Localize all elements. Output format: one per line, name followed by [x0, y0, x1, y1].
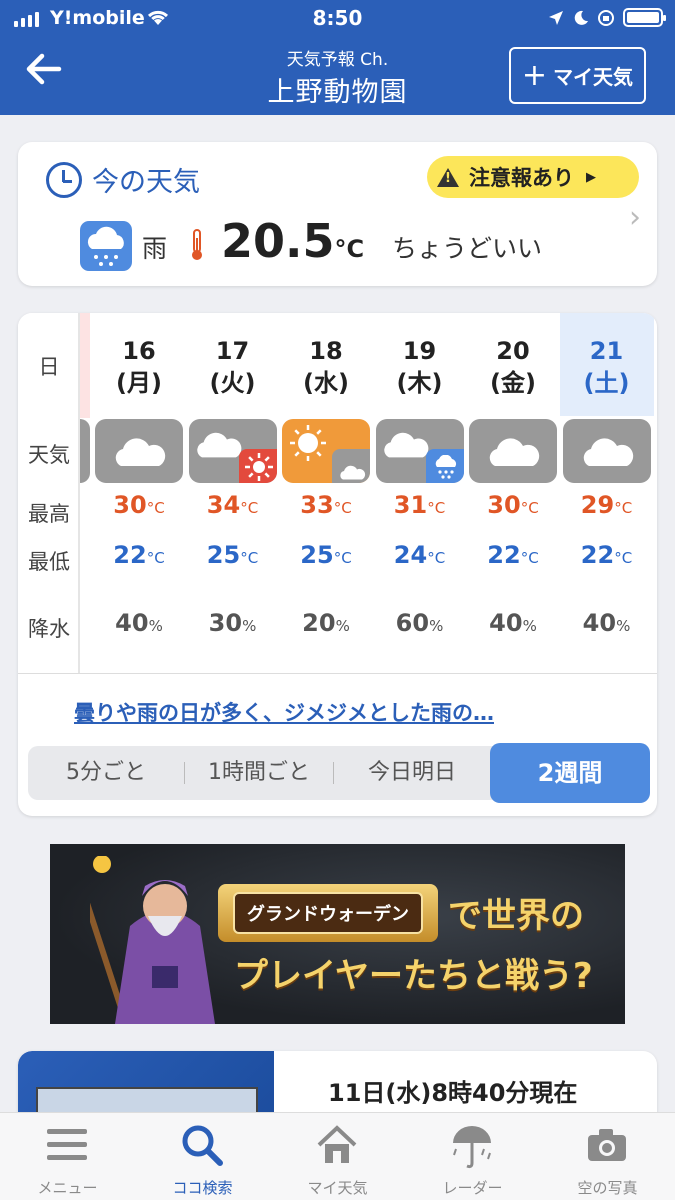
current-temperature: 20.5°C [221, 214, 364, 268]
current-condition: 雨 [142, 234, 168, 263]
forecast-day-column[interactable]: 19 (木) 31°C 24°C 60% [373, 313, 467, 673]
current-weather-card[interactable]: 今の天気 注意報あり ▶ › 雨 20.5°C ちょうどいい [18, 142, 657, 286]
temperature-unit: °C [334, 235, 365, 263]
label-low: 最低 [28, 550, 70, 574]
low-temp: 24°C [393, 541, 446, 569]
tab-radar[interactable]: レーダー [405, 1113, 540, 1200]
range-segmented-control: 5分ごと 1時間ごと 今日明日 2週間 [28, 743, 650, 803]
high-temp: 30°C [487, 491, 539, 519]
forecast-day-column[interactable]: 20 (金) 30°C 22°C 40% [466, 313, 560, 673]
temperature-value: 20.5 [221, 214, 335, 268]
high-temp: 29°C [580, 491, 633, 519]
forecast-date: 19 (木) [396, 337, 443, 397]
alert-badge[interactable]: 注意報あり ▶ [427, 156, 639, 198]
search-icon [182, 1125, 223, 1166]
forecast-date: 16 (月) [116, 337, 162, 397]
precip-chance: 40% [489, 609, 537, 637]
tab-2weeks[interactable]: 2週間 [490, 743, 650, 803]
label-precip: 降水 [28, 617, 70, 641]
ad-headline-2: プレイヤーたちと戦う? [234, 956, 593, 996]
forecast-date: 18 (水) [303, 337, 349, 397]
precip-chance: 40% [582, 609, 631, 637]
low-temp: 25°C [206, 541, 259, 569]
forecast-columns[interactable]: 16 (月) 30°C 22°C 40% 17 (火) 34°C 25°C 30% 18 (水) 33°… [70, 313, 657, 673]
forecast-date: 17 (火) [209, 337, 256, 397]
alert-label: 注意報あり [469, 166, 574, 190]
tab-today-tomorrow[interactable]: 今日明日 [334, 746, 490, 800]
news-headline: 11日(水)8時40分現在 [328, 1079, 578, 1107]
precip-chance: 20% [302, 609, 350, 637]
cloudy-then-rain-icon [375, 419, 464, 483]
location-icon [549, 10, 563, 25]
forecast-comment-link[interactable]: 曇りや雨の日が多く、ジメジメとした雨の… [74, 697, 494, 727]
current-weather-heading: 今の天気 [92, 167, 200, 198]
forecast-date: 21 (土) [559, 313, 654, 416]
ad-headline-1: で世界の [448, 896, 584, 936]
tab-radar-label: レーダー [442, 1179, 503, 1197]
tab-sky-photos[interactable]: 空の写真 [540, 1113, 675, 1200]
clock-icon [46, 161, 82, 198]
tab-menu-label: メニュー [37, 1179, 98, 1197]
wizard-character-image [90, 856, 215, 1024]
add-my-weather-button[interactable]: + マイ天気 [509, 47, 646, 104]
high-temp: 30°C [113, 491, 165, 519]
ad-banner[interactable]: グランドウォーデン で世界の プレイヤーたちと戦う? [50, 844, 625, 1024]
weekly-forecast-card: 日 天気 最高 最低 降水 16 (月) 30°C 22°C 40% 17 (火) 34°C 2… [18, 313, 657, 816]
low-temp: 22°C [487, 541, 539, 569]
rain-icon [80, 221, 132, 271]
tab-5min[interactable]: 5分ごと [28, 746, 184, 800]
comfort-text: ちょうどいい [392, 234, 543, 263]
tab-menu[interactable]: メニュー [0, 1113, 135, 1200]
forecast-day-column[interactable]: 17 (火) 34°C 25°C 30% [186, 313, 280, 673]
high-temp: 31°C [393, 491, 446, 519]
thermometer-icon [192, 229, 202, 260]
low-temp: 22°C [113, 541, 165, 569]
cloudy-icon [469, 419, 557, 483]
tab-my-weather-label: マイ天気 [307, 1179, 368, 1197]
forecast-day-column[interactable]: 16 (月) 30°C 22°C 40% [92, 313, 186, 673]
status-bar: Y!mobile 8:50 [0, 0, 675, 38]
add-my-weather-label: マイ天気 [553, 65, 634, 89]
low-temp: 22°C [580, 541, 633, 569]
app-header: Y!mobile 8:50 天気予報 Ch. 上野動物園 + マイ天気 [0, 0, 675, 115]
caret-right-icon: ▶ [586, 169, 596, 185]
cloudy-icon [95, 419, 183, 483]
label-weather: 天気 [28, 443, 70, 467]
warning-icon [437, 167, 459, 187]
tab-sky-photos-label: 空の写真 [577, 1179, 638, 1197]
forecast-day-column[interactable]: 21 (土) 29°C 22°C 40% [559, 313, 654, 673]
plus-icon: + [521, 57, 548, 93]
rotation-lock-icon [598, 9, 614, 26]
low-temp: 25°C [300, 541, 352, 569]
high-temp: 34°C [206, 491, 259, 519]
umbrella-icon [453, 1126, 491, 1169]
precip-chance: 40% [115, 609, 163, 637]
forecast-date: 20 (金) [490, 337, 536, 397]
forecast-row-labels: 日 天気 最高 最低 降水 [18, 313, 80, 673]
tab-search-label: ココ検索 [172, 1179, 233, 1197]
camera-icon [588, 1129, 626, 1161]
sunny-then-cloudy-icon [282, 419, 370, 483]
battery-icon [623, 8, 666, 27]
home-icon [317, 1125, 357, 1163]
tab-my-weather[interactable]: マイ天気 [270, 1113, 405, 1200]
cloudy-then-sunny-icon [188, 419, 277, 483]
bottom-tab-bar: メニュー ココ検索 マイ天気 レーダー 空の写真 [0, 1112, 675, 1200]
cloudy-icon [562, 419, 651, 483]
label-day: 日 [38, 355, 60, 379]
tab-hourly[interactable]: 1時間ごと [185, 746, 333, 800]
forecast-day-column[interactable]: 18 (水) 33°C 25°C 20% [279, 313, 373, 673]
precip-chance: 60% [395, 609, 444, 637]
label-high: 最高 [28, 502, 70, 526]
ad-banner-label: グランドウォーデン [233, 892, 423, 934]
menu-icon [47, 1129, 87, 1160]
tab-search[interactable]: ココ検索 [135, 1113, 270, 1200]
precip-chance: 30% [208, 609, 257, 637]
chevron-right-icon: › [629, 200, 641, 235]
moon-icon [574, 10, 588, 25]
high-temp: 33°C [300, 491, 352, 519]
